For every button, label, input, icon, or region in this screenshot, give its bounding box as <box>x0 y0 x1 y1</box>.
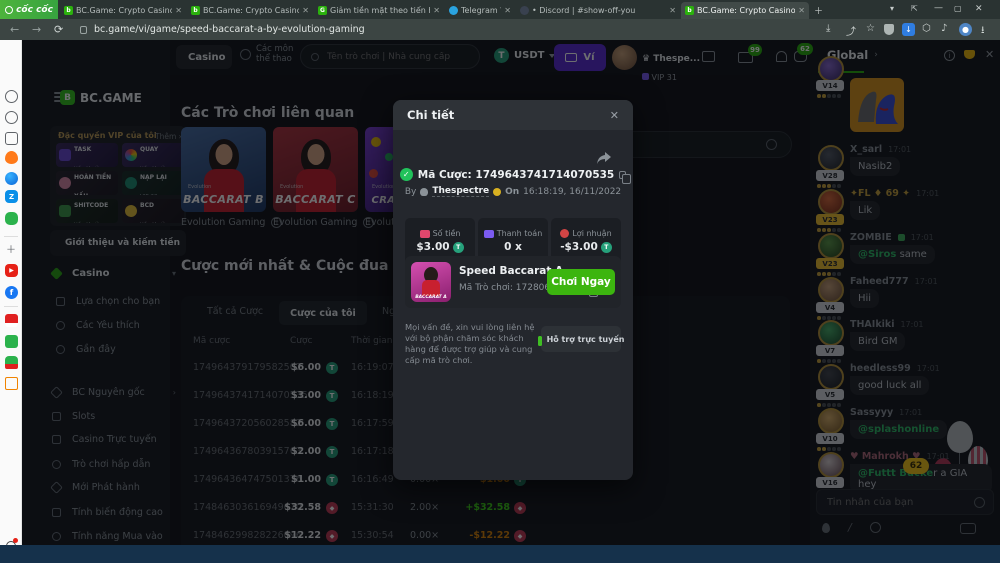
address-bar[interactable]: bc.game/vi/game/speed-baccarat-a-by-evol… <box>94 24 365 35</box>
favicon: G <box>318 6 327 15</box>
video-download-icon[interactable]: ↓ <box>902 23 915 36</box>
save-page-icon[interactable]: ⤓ <box>826 23 830 34</box>
browser-tab[interactable]: • Discord | #show-off-you✕ <box>516 2 680 19</box>
bet-meta-row: By Thespectre On 16:18:19, 16/11/2022 <box>393 186 633 197</box>
browser-tab-strip: cốc cốc bBC.Game: Crypto Casino Gam✕ bBC… <box>0 0 1000 19</box>
media-icon[interactable]: ♪ <box>941 23 947 34</box>
browser-tab[interactable]: Telegram Web✕ <box>445 2 515 19</box>
browser-toolbar: ← → ⟳ bc.game/vi/game/speed-baccarat-a-b… <box>0 19 1000 40</box>
modal-game-card: BACCARAT A Speed Baccarat A Mã Trò chơi:… <box>405 256 621 308</box>
coccoc-icon <box>5 6 13 14</box>
history-icon[interactable] <box>5 111 18 124</box>
game-thumbnail: BACCARAT A <box>411 262 451 302</box>
shop-icon[interactable] <box>5 335 18 348</box>
window-maximize-button[interactable]: ▢ <box>954 4 962 13</box>
hot-flame-icon[interactable] <box>5 151 18 164</box>
user-icon <box>420 188 428 196</box>
bet-details-modal: Chi tiết ✕ ✓ Mã Cược: 174964374171407053… <box>393 100 633 480</box>
search-tabs-icon[interactable]: ▾ <box>890 4 894 13</box>
cart-icon[interactable] <box>5 377 18 390</box>
coccoc-browser-logo[interactable]: cốc cốc <box>0 0 58 19</box>
downloads-icon[interactable]: ⭳ <box>981 23 985 40</box>
bet-datetime: 16:18:19, 16/11/2022 <box>523 187 621 197</box>
card-icon <box>484 230 494 238</box>
feed-icon[interactable] <box>5 132 18 145</box>
coins-icon <box>560 229 569 238</box>
money-icon <box>420 230 430 238</box>
bcgame-favicon: b <box>685 6 694 15</box>
screen: B BC.GAME Đặc quyền VIP của tôi Thêm › T… <box>0 0 1000 563</box>
lock-icon <box>80 26 87 34</box>
discord-favicon <box>520 6 529 15</box>
divider <box>4 306 18 307</box>
add-shortcut-icon[interactable]: ＋ <box>6 241 16 256</box>
back-button[interactable]: ← <box>10 23 19 36</box>
usdt-coin-icon: T <box>601 242 612 253</box>
support-note: Mọi vấn đề, xin vui lòng liên hệ với bộ … <box>405 322 537 366</box>
youtube-icon[interactable]: ▶ <box>5 264 18 277</box>
games-icon[interactable] <box>5 212 18 225</box>
bet-id-row: ✓ Mã Cược: 1749643741714070535 <box>393 168 633 181</box>
new-tab-button[interactable]: ＋ <box>814 4 823 17</box>
headset-icon <box>538 336 542 343</box>
notification-dot <box>13 538 18 543</box>
play-now-button[interactable]: Chơi Ngay <box>547 269 615 295</box>
profile-icon[interactable]: ● <box>959 23 972 36</box>
copy-icon[interactable] <box>619 171 626 179</box>
tab-close-icon[interactable]: ✕ <box>504 6 511 15</box>
browser-tab[interactable]: bBC.Game: Crypto Casino Gam✕ <box>187 2 313 19</box>
windows-taskbar: ∧ ENG 5:03 PM11/16/2022 <box>0 545 1000 563</box>
tab-close-icon[interactable]: ✕ <box>302 6 309 15</box>
share-icon[interactable]: ⤴ <box>846 23 856 38</box>
telegram-favicon <box>449 6 458 15</box>
modal-close-icon[interactable]: ✕ <box>610 109 619 122</box>
forward-button[interactable]: → <box>32 23 41 36</box>
messenger-icon[interactable] <box>5 172 18 185</box>
browser-tab-active[interactable]: bBC.Game: Crypto Casino Gam✕ <box>681 2 809 19</box>
adblock-shield-icon[interactable] <box>884 24 894 35</box>
window-close-button[interactable]: ✕ <box>975 4 983 14</box>
window-minimize-button[interactable]: — <box>934 3 943 13</box>
verified-check-icon: ✓ <box>400 168 413 181</box>
thumb-title: BACCARAT A <box>411 295 451 300</box>
coccoc-sidebar: Z ＋ ▶ f … <box>0 40 22 545</box>
divider <box>4 236 18 237</box>
sale-event-icon[interactable] <box>5 314 18 327</box>
medal-icon <box>493 188 501 196</box>
tab-close-icon[interactable]: ✕ <box>175 6 182 15</box>
usdt-coin-icon: T <box>453 242 464 253</box>
bookmark-star-icon[interactable]: ☆ <box>866 23 875 34</box>
browser-tab[interactable]: GGiảm tiền mặt theo tiến hóa✕ <box>314 2 444 19</box>
browser-tab[interactable]: bBC.Game: Crypto Casino Gam✕ <box>60 2 186 19</box>
zalo-icon[interactable]: Z <box>5 190 18 203</box>
extension-icon[interactable]: ⬡ <box>922 23 931 34</box>
promo-hat-icon[interactable] <box>5 356 18 369</box>
tab-close-icon[interactable]: ✕ <box>798 6 805 15</box>
share-icon[interactable] <box>597 152 611 164</box>
bet-username[interactable]: Thespectre <box>432 186 489 197</box>
bcgame-favicon: b <box>191 6 200 15</box>
bcgame-favicon: b <box>64 6 73 15</box>
settings-gear-icon[interactable] <box>5 90 18 103</box>
live-support-button[interactable]: Hỗ trợ trực tuyến <box>541 326 621 352</box>
modal-title: Chi tiết <box>407 108 454 122</box>
reload-button[interactable]: ⟳ <box>54 23 63 36</box>
snap-icon[interactable]: ⇱ <box>911 4 918 13</box>
tab-close-icon[interactable]: ✕ <box>669 6 676 15</box>
modal-header: Chi tiết ✕ <box>393 100 633 130</box>
facebook-icon[interactable]: f <box>5 286 18 299</box>
tab-close-icon[interactable]: ✕ <box>433 6 440 15</box>
